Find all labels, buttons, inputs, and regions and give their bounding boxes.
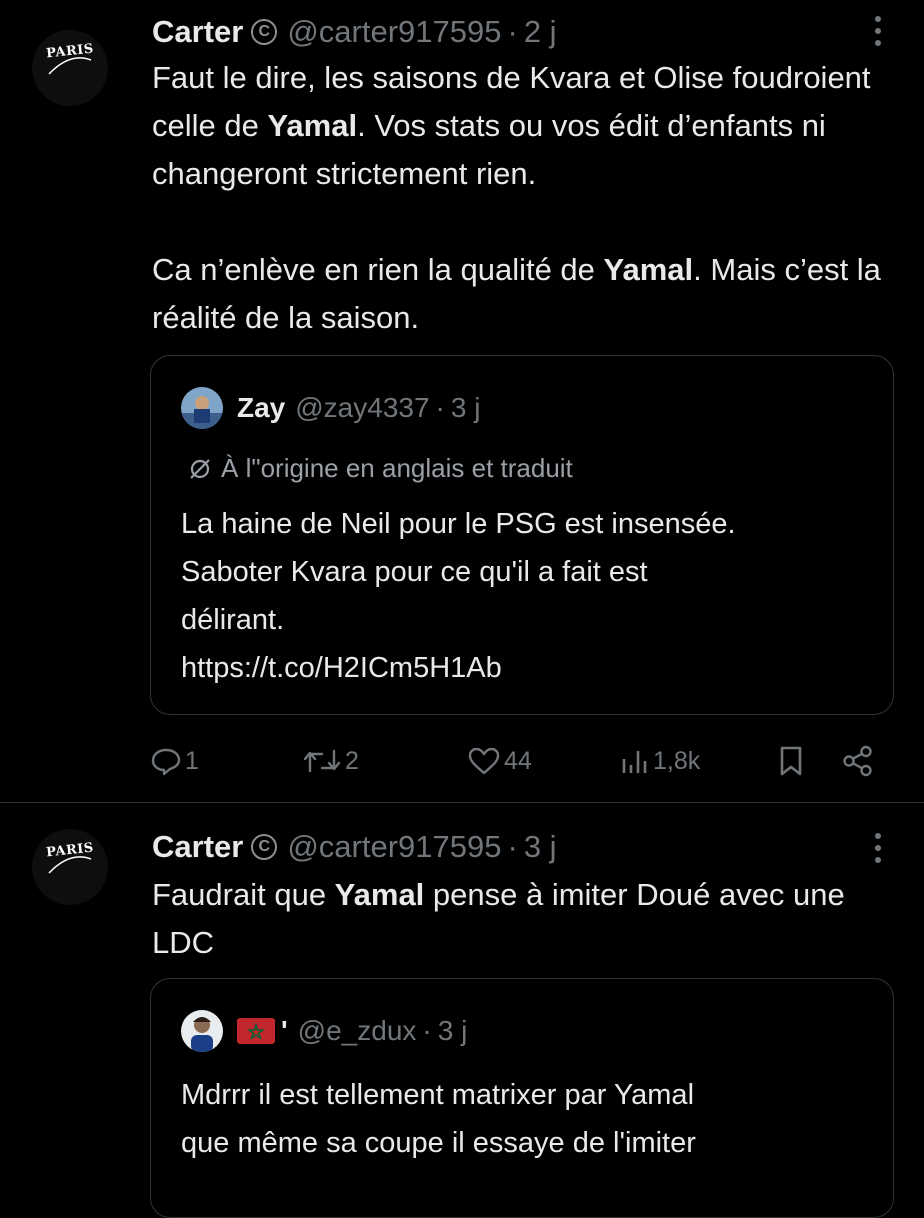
tweet-paragraph: Faut le dire, les saisons de Kvara et Ol… [152, 60, 871, 191]
author-handle[interactable]: @carter917595 [287, 14, 501, 50]
quote-text: La haine de Neil pour le PSG est insensé… [181, 500, 871, 692]
quote-timestamp: 3 j [437, 1015, 468, 1046]
quote-line: que même sa coupe il essaye de l'imiter [181, 1127, 696, 1159]
quote-text: Mdrrr il est tellement matrixer par Yama… [181, 1071, 871, 1167]
quote-timestamp: 3 j [450, 392, 481, 423]
tweet-text: Faut le dire, les saisons de Kvara et Ol… [152, 54, 902, 342]
translate-icon [190, 458, 210, 479]
views-icon [622, 751, 647, 773]
morocco-flag-icon [237, 1018, 275, 1044]
tweet-text: Faudrait que Yamal pense à imiter Doué a… [152, 871, 902, 967]
quote-header: Zay @zay4337 · 3 j [181, 387, 481, 429]
separator: · [507, 14, 518, 49]
bookmark-button[interactable] [776, 735, 809, 787]
quote-author-name[interactable]: Zay [237, 392, 285, 424]
share-button[interactable] [842, 735, 877, 787]
author-name[interactable]: Carter [152, 829, 243, 865]
tweet-paragraph: Ca n’enlève en rien la qualité de Yamal.… [152, 252, 881, 335]
more-dots-icon[interactable] [872, 16, 884, 50]
reply-icon [151, 748, 181, 776]
translation-text: À l"origine en anglais et traduit [221, 453, 573, 483]
like-icon [468, 747, 500, 775]
quote-line: Saboter Kvara pour ce qu'il a fait est [181, 556, 648, 588]
timestamp[interactable]: 2 j [524, 14, 557, 50]
like-count: 44 [504, 746, 532, 775]
reply-count: 1 [185, 746, 199, 775]
quote-line: La haine de Neil pour le PSG est insensé… [181, 508, 736, 540]
repost-button[interactable]: 2 [302, 735, 359, 787]
quote-author-handle[interactable]: @zay4337 [295, 392, 429, 424]
views-button[interactable]: 1,8k [620, 735, 700, 787]
action-bar: 1 2 44 1,8k [150, 735, 890, 787]
quote-line: Mdrrr il est tellement matrixer par Yama… [181, 1079, 695, 1111]
author-handle[interactable]: @carter917595 [287, 829, 501, 865]
bookmark-icon [780, 746, 802, 776]
separator: · [422, 1015, 432, 1046]
repost-count: 2 [345, 746, 359, 775]
translation-note[interactable]: À l"origine en anglais et traduit [187, 453, 573, 484]
tweet[interactable]: PARIS Carter C @carter917595 · 2 j Faut … [0, 0, 924, 803]
more-dots-icon[interactable] [872, 833, 884, 867]
author-name[interactable]: Carter [152, 14, 243, 50]
quote-link[interactable]: https://t.co/H2ICm5H1Ab [181, 644, 871, 692]
tweet-paragraph: Faudrait que Yamal pense à imiter Doué a… [152, 877, 845, 960]
quote-header: ' @e_zdux · 3 j [181, 1010, 468, 1052]
quote-line: délirant. [181, 604, 285, 636]
copyright-badge-icon: C [251, 834, 278, 860]
tweet-header: Carter C @carter917595 · 2 j [152, 12, 557, 52]
like-button[interactable]: 44 [467, 735, 532, 787]
quote-avatar[interactable] [181, 1010, 223, 1052]
quote-author-name[interactable]: ' [281, 1015, 288, 1047]
tweet-header: Carter C @carter917595 · 3 j [152, 827, 557, 867]
avatar[interactable]: PARIS [32, 829, 108, 905]
separator: · [435, 392, 445, 423]
avatar[interactable]: PARIS [32, 30, 108, 106]
quoted-tweet[interactable]: Zay @zay4337 · 3 j À l"origine en anglai… [150, 355, 894, 715]
quoted-tweet[interactable]: ' @e_zdux · 3 j Mdrrr il est tellement m… [150, 978, 894, 1218]
reply-button[interactable]: 1 [150, 735, 199, 787]
separator: · [507, 829, 518, 864]
views-count: 1,8k [653, 746, 701, 775]
quote-author-handle[interactable]: @e_zdux [298, 1015, 417, 1047]
repost-icon [303, 749, 341, 773]
quote-avatar[interactable] [181, 387, 223, 429]
copyright-badge-icon: C [251, 19, 278, 45]
timestamp[interactable]: 3 j [524, 829, 557, 865]
share-icon [843, 745, 872, 777]
